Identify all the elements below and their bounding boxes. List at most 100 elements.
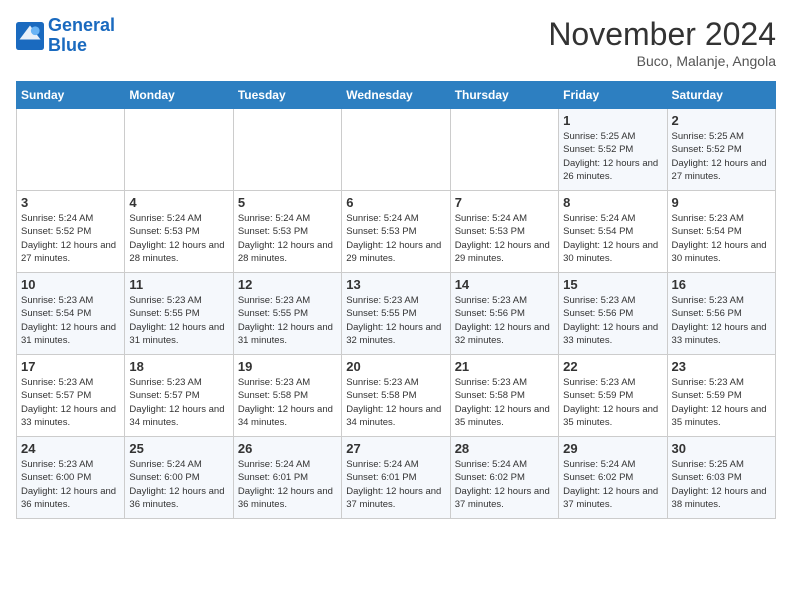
day-number: 12 [238, 277, 337, 292]
logo-line1: General [48, 15, 115, 35]
week-row-1: 1 Sunrise: 5:25 AM Sunset: 5:52 PM Daylig… [17, 109, 776, 191]
day-cell [450, 109, 558, 191]
day-cell: 7 Sunrise: 5:24 AM Sunset: 5:53 PM Daylig… [450, 191, 558, 273]
day-cell: 12Sunrise: 5:23 AM Sunset: 5:55 PM Dayli… [233, 273, 341, 355]
day-number: 26 [238, 441, 337, 456]
day-info: Sunrise: 5:23 AM Sunset: 5:55 PM Dayligh… [129, 294, 228, 347]
day-info: Sunrise: 5:24 AM Sunset: 5:54 PM Dayligh… [563, 212, 662, 265]
day-number: 6 [346, 195, 445, 210]
day-info: Sunrise: 5:24 AM Sunset: 6:02 PM Dayligh… [563, 458, 662, 511]
day-number: 15 [563, 277, 662, 292]
day-info: Sunrise: 5:23 AM Sunset: 5:54 PM Dayligh… [21, 294, 120, 347]
day-info: Sunrise: 5:24 AM Sunset: 6:01 PM Dayligh… [238, 458, 337, 511]
day-cell: 18 Sunrise: 5:23 AM Sunset: 5:57 PM Dayli… [125, 355, 233, 437]
calendar-table: SundayMondayTuesdayWednesdayThursdayFrid… [16, 81, 776, 519]
page-header: General Blue November 2024 Buco, Malanje… [16, 16, 776, 69]
day-info: Sunrise: 5:23 AM Sunset: 5:56 PM Dayligh… [563, 294, 662, 347]
day-cell [17, 109, 125, 191]
day-cell: 4Sunrise: 5:24 AM Sunset: 5:53 PM Daylig… [125, 191, 233, 273]
day-number: 7 [455, 195, 554, 210]
day-number: 25 [129, 441, 228, 456]
day-cell: 14 Sunrise: 5:23 AM Sunset: 5:56 PM Dayli… [450, 273, 558, 355]
day-number: 11 [129, 277, 228, 292]
day-header-thursday: Thursday [450, 82, 558, 109]
week-row-3: 10 Sunrise: 5:23 AM Sunset: 5:54 PM Dayli… [17, 273, 776, 355]
day-cell: 13 Sunrise: 5:23 AM Sunset: 5:55 PM Dayli… [342, 273, 450, 355]
day-number: 20 [346, 359, 445, 374]
day-info: Sunrise: 5:23 AM Sunset: 5:56 PM Dayligh… [672, 294, 771, 347]
day-number: 14 [455, 277, 554, 292]
day-cell: 6Sunrise: 5:24 AM Sunset: 5:53 PM Daylig… [342, 191, 450, 273]
day-info: Sunrise: 5:23 AM Sunset: 5:58 PM Dayligh… [455, 376, 554, 429]
logo: General Blue [16, 16, 115, 56]
day-header-sunday: Sunday [17, 82, 125, 109]
day-number: 4 [129, 195, 228, 210]
day-number: 5 [238, 195, 337, 210]
day-number: 21 [455, 359, 554, 374]
day-info: Sunrise: 5:23 AM Sunset: 5:57 PM Dayligh… [129, 376, 228, 429]
week-row-5: 24 Sunrise: 5:23 AM Sunset: 6:00 PM Dayli… [17, 437, 776, 519]
day-cell: 19Sunrise: 5:23 AM Sunset: 5:58 PM Dayli… [233, 355, 341, 437]
day-cell: 11 Sunrise: 5:23 AM Sunset: 5:55 PM Dayli… [125, 273, 233, 355]
day-cell: 10 Sunrise: 5:23 AM Sunset: 5:54 PM Dayli… [17, 273, 125, 355]
day-number: 24 [21, 441, 120, 456]
day-info: Sunrise: 5:25 AM Sunset: 5:52 PM Dayligh… [672, 130, 771, 183]
day-cell [342, 109, 450, 191]
day-info: Sunrise: 5:24 AM Sunset: 5:52 PM Dayligh… [21, 212, 120, 265]
logo-text: General Blue [48, 16, 115, 56]
day-info: Sunrise: 5:23 AM Sunset: 5:56 PM Dayligh… [455, 294, 554, 347]
day-number: 1 [563, 113, 662, 128]
day-cell: 16 Sunrise: 5:23 AM Sunset: 5:56 PM Dayli… [667, 273, 775, 355]
day-number: 9 [672, 195, 771, 210]
month-title: November 2024 [548, 16, 776, 53]
day-info: Sunrise: 5:23 AM Sunset: 5:59 PM Dayligh… [672, 376, 771, 429]
day-info: Sunrise: 5:23 AM Sunset: 5:55 PM Dayligh… [346, 294, 445, 347]
day-info: Sunrise: 5:23 AM Sunset: 5:54 PM Dayligh… [672, 212, 771, 265]
day-cell: 20 Sunrise: 5:23 AM Sunset: 5:58 PM Dayli… [342, 355, 450, 437]
day-info: Sunrise: 5:24 AM Sunset: 6:02 PM Dayligh… [455, 458, 554, 511]
day-cell: 17Sunrise: 5:23 AM Sunset: 5:57 PM Dayli… [17, 355, 125, 437]
day-cell: 5 Sunrise: 5:24 AM Sunset: 5:53 PM Daylig… [233, 191, 341, 273]
day-header-wednesday: Wednesday [342, 82, 450, 109]
day-info: Sunrise: 5:24 AM Sunset: 5:53 PM Dayligh… [238, 212, 337, 265]
day-cell: 15 Sunrise: 5:23 AM Sunset: 5:56 PM Dayli… [559, 273, 667, 355]
day-info: Sunrise: 5:25 AM Sunset: 5:52 PM Dayligh… [563, 130, 662, 183]
day-number: 3 [21, 195, 120, 210]
day-info: Sunrise: 5:23 AM Sunset: 6:00 PM Dayligh… [21, 458, 120, 511]
day-cell: 24 Sunrise: 5:23 AM Sunset: 6:00 PM Dayli… [17, 437, 125, 519]
day-number: 28 [455, 441, 554, 456]
day-info: Sunrise: 5:24 AM Sunset: 6:00 PM Dayligh… [129, 458, 228, 511]
day-info: Sunrise: 5:24 AM Sunset: 5:53 PM Dayligh… [455, 212, 554, 265]
day-number: 2 [672, 113, 771, 128]
day-number: 29 [563, 441, 662, 456]
day-info: Sunrise: 5:25 AM Sunset: 6:03 PM Dayligh… [672, 458, 771, 511]
day-number: 27 [346, 441, 445, 456]
day-info: Sunrise: 5:23 AM Sunset: 5:59 PM Dayligh… [563, 376, 662, 429]
day-cell: 21 Sunrise: 5:23 AM Sunset: 5:58 PM Dayli… [450, 355, 558, 437]
day-cell: 23 Sunrise: 5:23 AM Sunset: 5:59 PM Dayli… [667, 355, 775, 437]
day-number: 10 [21, 277, 120, 292]
day-cell: 29 Sunrise: 5:24 AM Sunset: 6:02 PM Dayli… [559, 437, 667, 519]
day-header-tuesday: Tuesday [233, 82, 341, 109]
day-number: 18 [129, 359, 228, 374]
day-number: 13 [346, 277, 445, 292]
day-cell: 8 Sunrise: 5:24 AM Sunset: 5:54 PM Daylig… [559, 191, 667, 273]
day-header-saturday: Saturday [667, 82, 775, 109]
day-info: Sunrise: 5:23 AM Sunset: 5:58 PM Dayligh… [238, 376, 337, 429]
day-cell: 22 Sunrise: 5:23 AM Sunset: 5:59 PM Dayli… [559, 355, 667, 437]
day-number: 22 [563, 359, 662, 374]
day-header-friday: Friday [559, 82, 667, 109]
day-cell: 28 Sunrise: 5:24 AM Sunset: 6:02 PM Dayli… [450, 437, 558, 519]
day-cell [125, 109, 233, 191]
calendar-header-row: SundayMondayTuesdayWednesdayThursdayFrid… [17, 82, 776, 109]
day-info: Sunrise: 5:23 AM Sunset: 5:58 PM Dayligh… [346, 376, 445, 429]
day-cell: 26 Sunrise: 5:24 AM Sunset: 6:01 PM Dayli… [233, 437, 341, 519]
day-number: 16 [672, 277, 771, 292]
day-number: 8 [563, 195, 662, 210]
day-cell: 25 Sunrise: 5:24 AM Sunset: 6:00 PM Dayli… [125, 437, 233, 519]
day-number: 23 [672, 359, 771, 374]
week-row-2: 3 Sunrise: 5:24 AM Sunset: 5:52 PM Daylig… [17, 191, 776, 273]
day-cell [233, 109, 341, 191]
day-cell: 2 Sunrise: 5:25 AM Sunset: 5:52 PM Daylig… [667, 109, 775, 191]
day-number: 17 [21, 359, 120, 374]
